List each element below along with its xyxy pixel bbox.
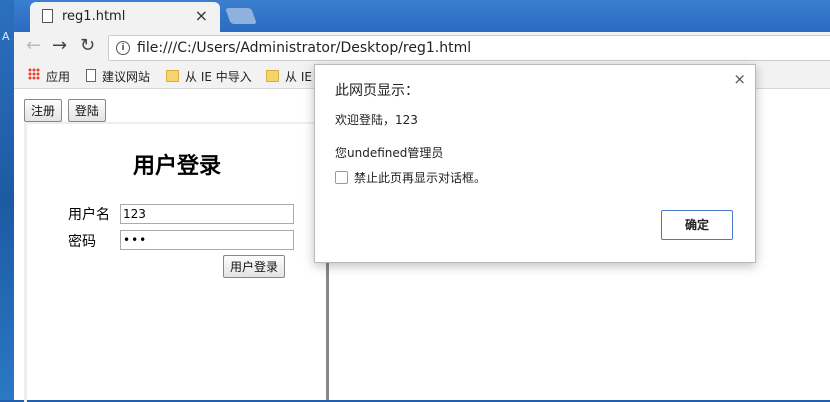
password-label: 密码 — [68, 234, 96, 250]
dialog-title: 此网页显示： — [335, 83, 419, 99]
login-nav-button[interactable]: 登陆 — [67, 99, 106, 122]
suppress-dialogs-checkbox[interactable] — [335, 171, 348, 184]
dialog-message-2: 您undefined管理员 — [335, 146, 444, 160]
url-text[interactable]: file:///C:/Users/Administrator/Desktop/r… — [137, 40, 471, 56]
browser-window: reg1.html × ← → ↻ i file:///C:/Users/Adm… — [14, 0, 830, 402]
left-frame: 注册 登陆 用户登录 用户名 123 密码 ••• 用户登录 — [14, 89, 329, 402]
bookmark-label: 建议网站 — [102, 70, 151, 84]
document-icon — [42, 9, 53, 23]
back-button[interactable]: ← — [26, 35, 41, 56]
close-icon[interactable]: × — [195, 6, 208, 25]
page-title: 用户登录 — [133, 154, 222, 179]
bookmark-label: 从 IE — [285, 70, 312, 84]
forward-button[interactable]: → — [52, 35, 67, 56]
new-tab-button[interactable] — [225, 8, 257, 24]
page-icon — [86, 69, 96, 82]
bookmark-apps[interactable]: 应用 — [28, 68, 70, 85]
login-frame: 用户登录 用户名 123 密码 ••• 用户登录 — [24, 122, 329, 402]
desktop-glyph: A — [2, 30, 10, 43]
submit-login-button[interactable]: 用户登录 — [223, 255, 286, 278]
folder-icon — [166, 70, 179, 82]
bookmark-label: 从 IE 中导入 — [185, 70, 252, 84]
suppress-dialogs-row[interactable]: 禁止此页再显示对话框。 — [335, 169, 486, 186]
toolbar: ← → ↻ i file:///C:/Users/Administrator/D… — [14, 32, 830, 62]
reload-button[interactable]: ↻ — [80, 35, 95, 56]
tab-strip: reg1.html × — [14, 0, 830, 32]
bookmark-import-ie-2[interactable]: 从 IE — [266, 68, 312, 85]
tab-reg1[interactable]: reg1.html × — [30, 2, 220, 32]
bookmark-apps-label: 应用 — [46, 70, 71, 84]
desktop-background: A — [0, 0, 14, 400]
suppress-dialogs-label[interactable]: 禁止此页再显示对话框。 — [354, 171, 486, 185]
info-icon[interactable]: i — [116, 41, 130, 55]
top-buttons: 注册 登陆 — [24, 99, 108, 122]
address-bar[interactable]: i file:///C:/Users/Administrator/Desktop… — [108, 35, 830, 61]
username-label: 用户名 — [68, 207, 110, 223]
register-button[interactable]: 注册 — [24, 99, 63, 122]
ok-button[interactable]: 确定 — [661, 210, 733, 240]
folder-icon — [266, 70, 279, 82]
bookmark-suggested-sites[interactable]: 建议网站 — [86, 68, 150, 85]
username-input[interactable]: 123 — [120, 204, 294, 224]
tab-title: reg1.html — [62, 9, 126, 24]
apps-grid-icon — [28, 68, 40, 80]
password-input[interactable]: ••• — [120, 230, 294, 250]
close-icon[interactable]: × — [733, 70, 746, 88]
bookmark-import-ie[interactable]: 从 IE 中导入 — [166, 68, 252, 85]
dialog-message: 欢迎登陆，123 — [335, 113, 418, 127]
alert-dialog: 此网页显示： × 欢迎登陆，123 您undefined管理员 禁止此页再显示对… — [314, 64, 756, 263]
